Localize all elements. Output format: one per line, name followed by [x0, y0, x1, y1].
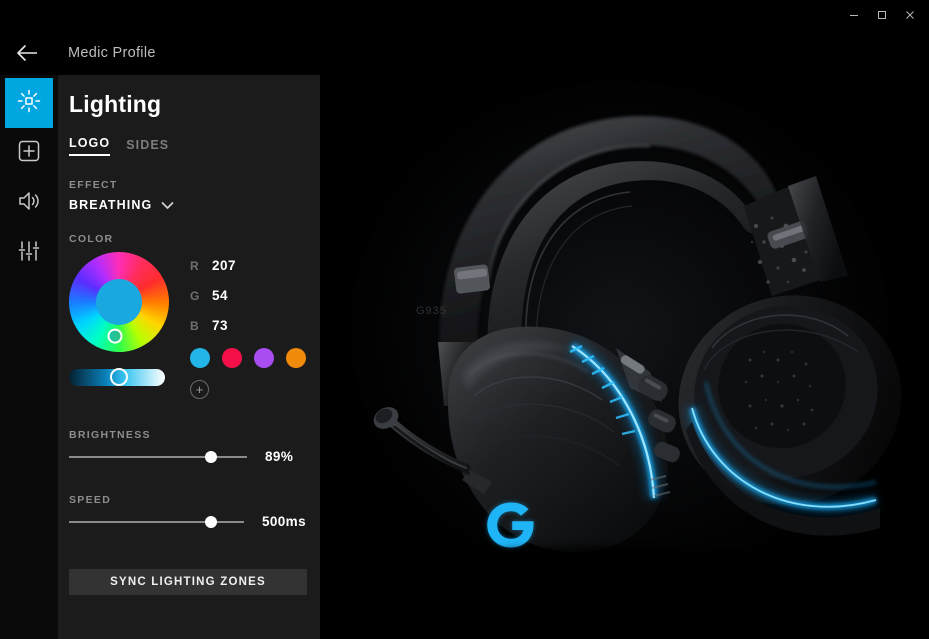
brightness-slider-handle[interactable] [205, 450, 218, 463]
speed-slider-handle[interactable] [205, 515, 218, 528]
sidebar-item-equalizer[interactable] [5, 228, 53, 278]
maximize-button[interactable] [869, 2, 895, 28]
brightness-icon [16, 88, 42, 119]
brightness-value: 89% [265, 449, 294, 464]
window-controls [841, 0, 923, 30]
logitech-g935-headset: G935 [320, 30, 929, 639]
sidebar-item-audio[interactable] [5, 178, 53, 228]
rgb-value-b[interactable]: 73 [212, 318, 228, 333]
rgb-value-g[interactable]: 54 [212, 288, 228, 303]
saturation-slider-handle[interactable] [109, 368, 128, 386]
rgb-key-g: G [190, 288, 200, 303]
minimize-button[interactable] [841, 2, 867, 28]
rgb-row-g: G 54 [190, 288, 306, 303]
swatch-cyan[interactable] [190, 348, 210, 368]
brightness-control: BRIGHTNESS 89% [69, 429, 306, 464]
swatch-orange[interactable] [286, 348, 306, 368]
sync-lighting-zones-button[interactable]: SYNC LIGHTING ZONES [69, 569, 307, 595]
sidebar-item-lighting[interactable] [5, 78, 53, 128]
add-swatch-button[interactable]: + [190, 380, 209, 399]
svg-text:G935: G935 [416, 305, 447, 317]
rgb-key-r: R [190, 258, 199, 273]
rgb-row-b: B 73 [190, 318, 306, 333]
page-title: Lighting [69, 91, 162, 117]
lighting-panel: Lighting LOGO SIDES EFFECT BREATHING COL… [50, 75, 320, 639]
lighting-zone-tabs: LOGO SIDES [69, 136, 306, 156]
speed-slider[interactable] [69, 515, 244, 528]
rgb-row-r: R 207 [190, 258, 306, 273]
color-wheel-center-preview [87, 270, 151, 334]
color-wheel[interactable] [50, 233, 188, 371]
saturation-slider[interactable] [69, 368, 165, 386]
brightness-slider[interactable] [69, 450, 247, 463]
title-bar [0, 0, 929, 30]
swatch-purple[interactable] [254, 348, 274, 368]
speaker-icon [16, 189, 42, 218]
speed-label: SPEED [69, 494, 112, 506]
close-button[interactable] [897, 2, 923, 28]
color-picker: R 207 G 54 B 73 + [50, 233, 306, 399]
back-arrow-icon[interactable] [0, 30, 56, 75]
tab-logo[interactable]: LOGO [69, 136, 111, 156]
effect-label: EFFECT [69, 179, 118, 191]
brightness-label: BRIGHTNESS [69, 429, 151, 441]
color-wheel-handle[interactable] [107, 328, 123, 344]
effect-select[interactable]: BREATHING [69, 198, 306, 212]
product-preview-stage: G935 [320, 30, 929, 639]
equalizer-icon [17, 239, 41, 268]
swatch-red[interactable] [222, 348, 242, 368]
tab-sides[interactable]: SIDES [126, 138, 169, 156]
color-label: COLOR [69, 233, 114, 245]
sidebar-rail [0, 75, 58, 639]
rgb-value-r[interactable]: 207 [212, 258, 236, 273]
sidebar-item-macros[interactable] [5, 128, 53, 178]
app-window: Medic Profile Lighting LOGO SIDES EFFECT… [0, 0, 929, 639]
profile-name: Medic Profile [68, 44, 156, 61]
chevron-down-icon [161, 201, 174, 210]
speed-value: 500ms [261, 514, 306, 529]
rgb-key-b: B [190, 318, 199, 333]
speed-control: SPEED 500ms [69, 494, 306, 529]
effect-value: BREATHING [69, 198, 153, 212]
plus-square-icon [17, 139, 41, 168]
color-swatches [190, 348, 306, 368]
